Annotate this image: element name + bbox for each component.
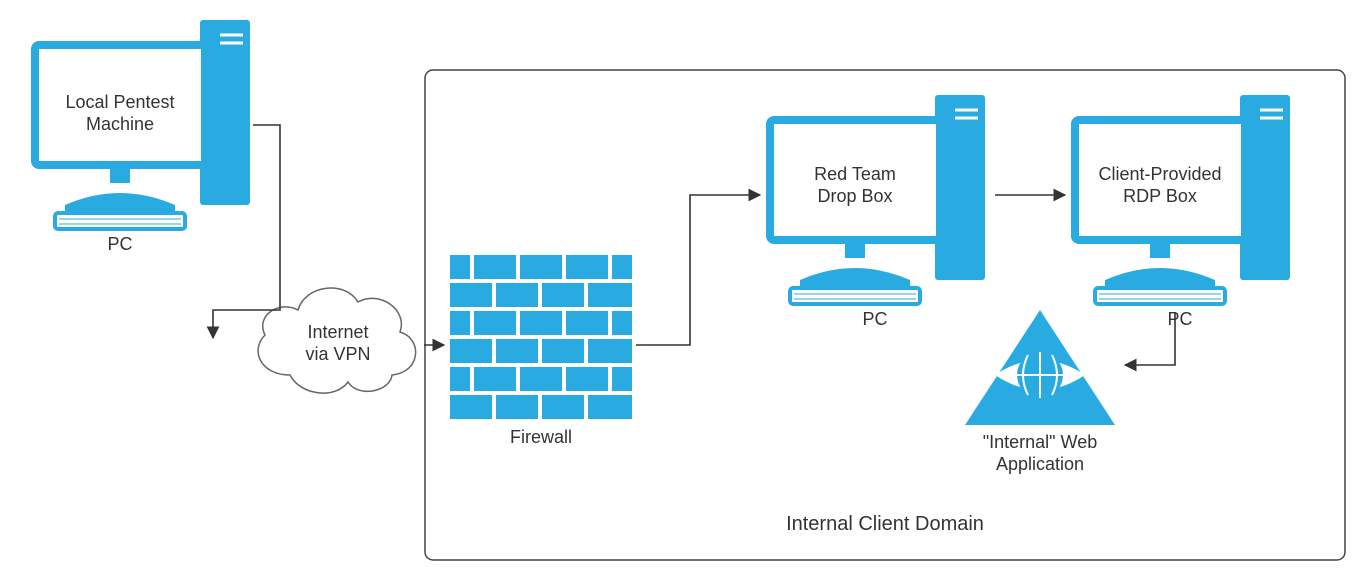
cloud-label-2: via VPN bbox=[305, 344, 370, 364]
rdpbox-label-1: Client-Provided bbox=[1098, 164, 1221, 184]
webapp-caption-2: Application bbox=[996, 454, 1084, 474]
dropbox-caption: PC bbox=[862, 309, 887, 329]
dropbox-label-1: Red Team bbox=[814, 164, 896, 184]
internet-cloud: Internet via VPN bbox=[258, 288, 416, 393]
firewall: Firewall bbox=[450, 255, 632, 447]
cloud-label-1: Internet bbox=[307, 322, 368, 342]
webserver-icon bbox=[965, 310, 1115, 425]
domain-label: Internal Client Domain bbox=[786, 513, 984, 535]
webapp-caption-1: "Internal" Web bbox=[983, 432, 1098, 452]
local-pentest-pc: Local Pentest Machine PC bbox=[35, 20, 250, 254]
rdpbox-label-2: RDP Box bbox=[1123, 186, 1197, 206]
rdpbox-pc: Client-Provided RDP Box PC bbox=[1075, 95, 1290, 329]
webapp: "Internal" Web Application bbox=[965, 310, 1115, 474]
dropbox-label-2: Drop Box bbox=[817, 186, 892, 206]
rdpbox-caption: PC bbox=[1167, 309, 1192, 329]
firewall-caption: Firewall bbox=[510, 427, 572, 447]
dropbox-pc: Red Team Drop Box PC bbox=[770, 95, 985, 329]
local-pc-caption: PC bbox=[107, 234, 132, 254]
firewall-icon bbox=[450, 255, 632, 419]
local-pc-label-1: Local Pentest bbox=[65, 92, 174, 112]
conn-firewall-to-dropbox bbox=[636, 195, 760, 345]
local-pc-label-2: Machine bbox=[86, 114, 154, 134]
